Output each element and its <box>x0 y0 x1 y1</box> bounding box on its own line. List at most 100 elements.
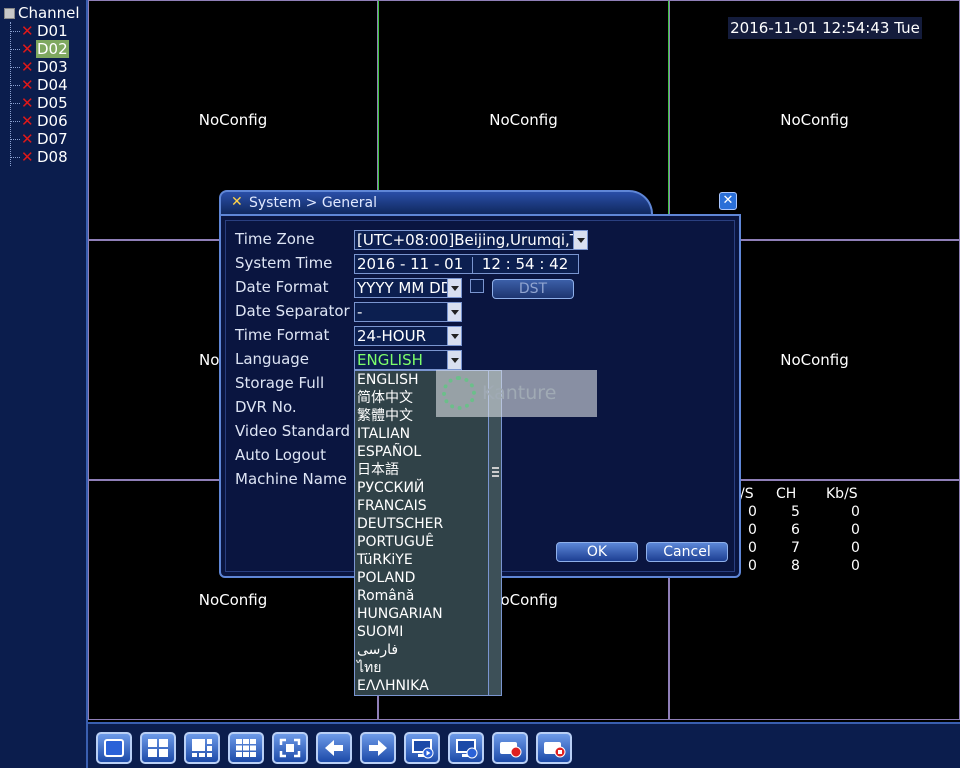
storage-full-label: Storage Full <box>235 374 325 392</box>
ok-button[interactable]: OK <box>556 542 638 562</box>
time-format-value: 24-HOUR <box>357 327 426 345</box>
channel-item[interactable]: ✕ D03 <box>11 58 69 76</box>
language-label: Language <box>235 350 310 368</box>
bitrate-stats: /S CH Kb/S 0 5 0 0 6 0 0 7 0 0 8 0 <box>740 486 870 576</box>
language-option[interactable]: РУССКИЙ <box>355 479 501 497</box>
watermark-text: Kanture <box>482 382 557 404</box>
disconnected-icon: ✕ <box>21 76 34 94</box>
channel-item[interactable]: ✕ D06 <box>11 112 69 130</box>
single-view-icon <box>104 739 124 757</box>
language-option[interactable]: DEUTSCHER <box>355 515 501 533</box>
channel-item[interactable]: ✕ D07 <box>11 130 69 148</box>
stop-record-button[interactable] <box>536 732 572 764</box>
disconnected-icon: ✕ <box>21 40 34 58</box>
language-option[interactable]: HUNGARIAN <box>355 605 501 623</box>
disconnected-icon: ✕ <box>21 148 34 166</box>
time-zone-value: [UTC+08:00]Beijing,Urumqi,Ta <box>357 231 586 249</box>
date-format-value: YYYY MM DD <box>357 279 453 297</box>
dst-button[interactable]: DST <box>492 279 574 299</box>
stats-row: 0 5 0 <box>740 504 870 522</box>
date-separator-label: Date Separator <box>235 302 350 320</box>
stats-cell: 5 <box>791 504 800 520</box>
cancel-button[interactable]: Cancel <box>646 542 728 562</box>
record-icon <box>500 742 522 758</box>
language-option[interactable]: ไทย <box>355 659 501 677</box>
date-separator-value: - <box>357 303 363 321</box>
multi-view-button[interactable] <box>184 732 220 764</box>
system-clock-value[interactable]: 12 : 54 : 42 <box>482 255 568 273</box>
scroll-grip-icon[interactable] <box>492 467 499 477</box>
channel-label: D05 <box>37 94 68 112</box>
language-option[interactable]: PORTUGUÊ <box>355 533 501 551</box>
language-option[interactable]: POLAND <box>355 569 501 587</box>
channel-label: D06 <box>37 112 68 130</box>
language-option[interactable]: ESPAÑOL <box>355 443 501 461</box>
date-separator-select[interactable]: - <box>354 302 462 322</box>
quad-view-button[interactable] <box>140 732 176 764</box>
date-format-select[interactable]: YYYY MM DD <box>354 278 462 298</box>
previous-button[interactable] <box>316 732 352 764</box>
tools-icon: ✕ <box>231 194 243 210</box>
disconnected-icon: ✕ <box>21 58 34 76</box>
fullscreen-button[interactable] <box>272 732 308 764</box>
time-format-select[interactable]: 24-HOUR <box>354 326 462 346</box>
stats-header: CH <box>776 486 797 502</box>
machine-name-label: Machine Name <box>235 470 347 488</box>
playback-button[interactable] <box>404 732 440 764</box>
dialog-titlebar[interactable]: ✕ System > General <box>219 190 653 214</box>
chevron-down-icon[interactable] <box>447 303 461 321</box>
language-option[interactable]: فارسی <box>355 641 501 659</box>
video-standard-label: Video Standard <box>235 422 351 440</box>
channel-item[interactable]: ✕ D08 <box>11 148 69 166</box>
datetime-display: 2016-11-01 12:54:43 Tue <box>728 17 922 39</box>
stats-cell: 0 <box>851 522 860 538</box>
language-option[interactable]: TüRKiYE <box>355 551 501 569</box>
stats-cell: 0 <box>851 558 860 574</box>
chevron-down-icon[interactable] <box>447 351 461 369</box>
record-button[interactable] <box>492 732 528 764</box>
channel-label: D08 <box>37 148 68 166</box>
system-time-label: System Time <box>235 254 333 272</box>
channel-item[interactable]: ✕ D02 <box>11 40 69 58</box>
stats-cell: 8 <box>791 558 800 574</box>
close-button[interactable]: ✕ <box>719 192 737 210</box>
language-option[interactable]: 日本語 <box>355 461 501 479</box>
grid-view-button[interactable] <box>228 732 264 764</box>
monitor-icon <box>456 739 478 759</box>
next-button[interactable] <box>360 732 396 764</box>
language-select[interactable]: ENGLISH <box>354 350 462 370</box>
single-view-button[interactable] <box>96 732 132 764</box>
channel-item[interactable]: ✕ D04 <box>11 76 69 94</box>
system-time-field[interactable]: 2016 - 11 - 01 12 : 54 : 42 <box>354 254 579 274</box>
language-option[interactable]: ΕΛΛΗΝΙΚΑ <box>355 677 501 695</box>
playback-icon <box>412 739 434 759</box>
noconfig-label: NoConfig <box>198 111 268 129</box>
stats-header: Kb/S <box>826 486 858 502</box>
channel-header[interactable]: Channel <box>4 4 80 22</box>
stats-cell: 0 <box>851 504 860 520</box>
dropdown-scrollbar[interactable] <box>488 371 501 695</box>
language-option[interactable]: Română <box>355 587 501 605</box>
stats-row: 0 8 0 <box>740 558 870 576</box>
language-dropdown-list: ENGLISH 简体中文 繁體中文 ITALIAN ESPAÑOL 日本語 РУ… <box>354 370 502 696</box>
language-option[interactable]: FRANCAIS <box>355 497 501 515</box>
time-zone-select[interactable]: [UTC+08:00]Beijing,Urumqi,Ta <box>354 230 588 250</box>
dst-checkbox[interactable] <box>470 279 484 293</box>
language-option[interactable]: SUOMI <box>355 623 501 641</box>
stats-cell: 0 <box>748 540 757 556</box>
channel-item[interactable]: ✕ D01 <box>11 22 69 40</box>
monitor-button[interactable] <box>448 732 484 764</box>
chevron-down-icon[interactable] <box>447 327 461 345</box>
time-zone-label: Time Zone <box>235 230 315 248</box>
sixteen-view-icon <box>236 739 256 757</box>
collapse-icon[interactable] <box>4 7 15 19</box>
disconnected-icon: ✕ <box>21 22 34 40</box>
channel-item[interactable]: ✕ D05 <box>11 94 69 112</box>
channel-list: ✕ D01 ✕ D02 ✕ D03 ✕ D04 ✕ D05 ✕ D06 ✕ D07 ✕ D08 <box>10 22 69 166</box>
watermark-logo-icon <box>442 376 476 410</box>
chevron-down-icon[interactable] <box>573 231 587 249</box>
system-date-value[interactable]: 2016 - 11 - 01 <box>357 255 463 273</box>
language-option[interactable]: ITALIAN <box>355 425 501 443</box>
noconfig-label: NoConfig <box>489 111 558 129</box>
chevron-down-icon[interactable] <box>447 279 461 297</box>
